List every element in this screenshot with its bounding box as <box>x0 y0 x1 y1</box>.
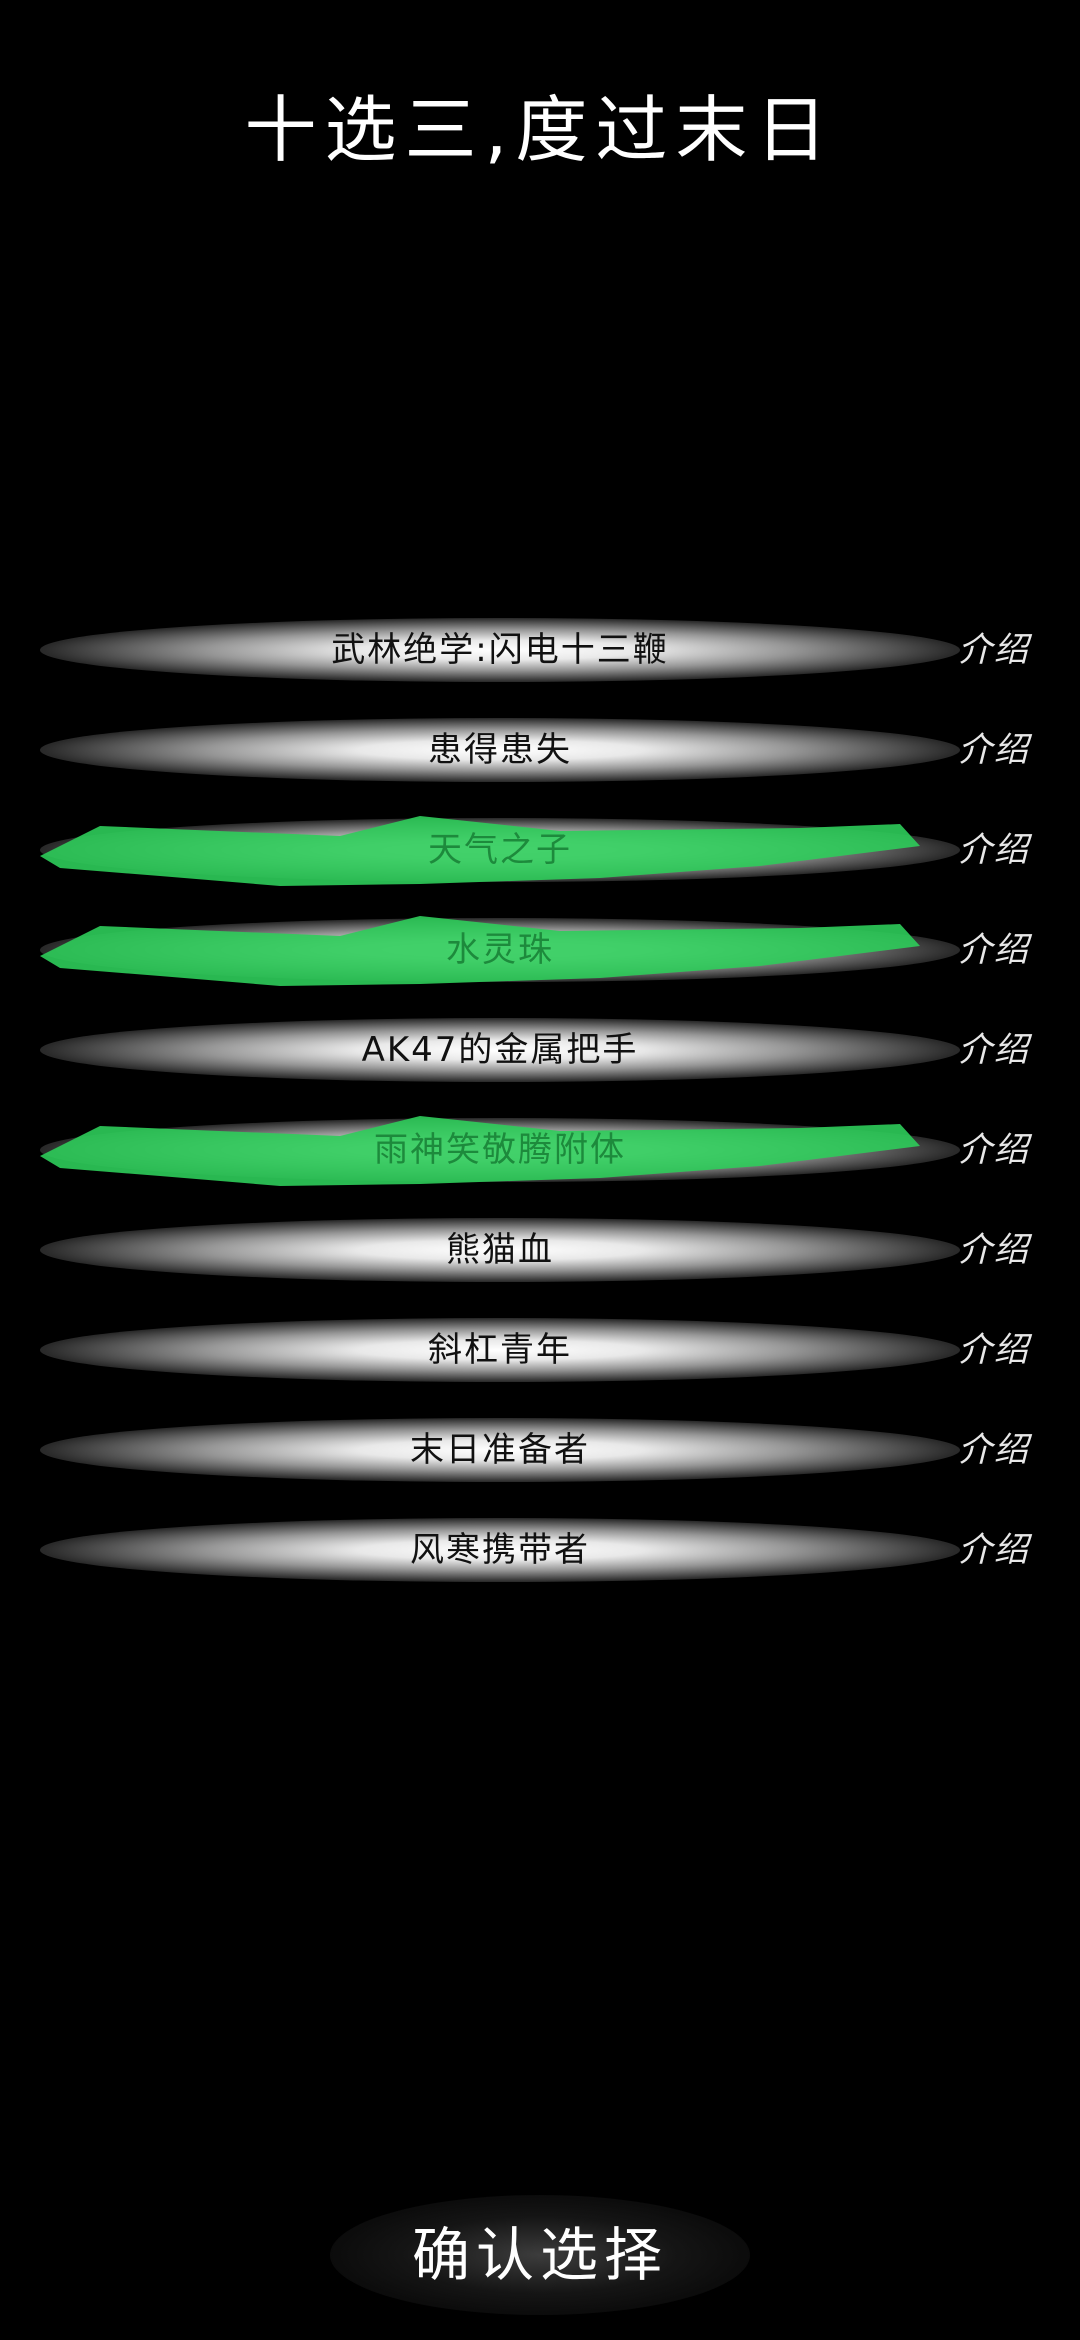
option-glow[interactable] <box>40 1218 960 1282</box>
option-item[interactable]: 水灵珠 介绍 <box>0 900 1080 1000</box>
option-glow[interactable] <box>40 1418 960 1482</box>
option-item[interactable]: 熊猫血 介绍 <box>0 1200 1080 1300</box>
option-glow[interactable] <box>40 818 960 882</box>
intro-link[interactable]: 介绍 <box>958 900 1030 1000</box>
option-list: 武林绝学:闪电十三鞭 介绍 患得患失 介绍 天气之子 介绍 水灵珠 介绍 AK4… <box>0 600 1080 1600</box>
intro-link[interactable]: 介绍 <box>958 1500 1030 1600</box>
intro-link[interactable]: 介绍 <box>958 600 1030 700</box>
option-item[interactable]: 患得患失 介绍 <box>0 700 1080 800</box>
option-glow[interactable] <box>40 1318 960 1382</box>
option-item[interactable]: 斜杠青年 介绍 <box>0 1300 1080 1400</box>
option-item[interactable]: 末日准备者 介绍 <box>0 1400 1080 1500</box>
option-glow[interactable] <box>40 1118 960 1182</box>
intro-link[interactable]: 介绍 <box>958 1400 1030 1500</box>
intro-link[interactable]: 介绍 <box>958 1300 1030 1400</box>
option-glow[interactable] <box>40 918 960 982</box>
option-item[interactable]: 武林绝学:闪电十三鞭 介绍 <box>0 600 1080 700</box>
intro-link[interactable]: 介绍 <box>958 800 1030 900</box>
option-item[interactable]: 天气之子 介绍 <box>0 800 1080 900</box>
intro-link[interactable]: 介绍 <box>958 1000 1030 1100</box>
option-glow[interactable] <box>40 1018 960 1082</box>
option-item[interactable]: 风寒携带者 介绍 <box>0 1500 1080 1600</box>
page-title: 十选三,度过末日 <box>244 88 836 172</box>
option-glow[interactable] <box>40 718 960 782</box>
option-item[interactable]: 雨神笑敬腾附体 介绍 <box>0 1100 1080 1200</box>
option-glow[interactable] <box>40 1518 960 1582</box>
confirm-button[interactable]: 确认选择 <box>340 2205 740 2305</box>
intro-link[interactable]: 介绍 <box>958 700 1030 800</box>
intro-link[interactable]: 介绍 <box>958 1200 1030 1300</box>
option-glow[interactable] <box>40 618 960 682</box>
intro-link[interactable]: 介绍 <box>958 1100 1030 1200</box>
option-item[interactable]: AK47的金属把手 介绍 <box>0 1000 1080 1100</box>
